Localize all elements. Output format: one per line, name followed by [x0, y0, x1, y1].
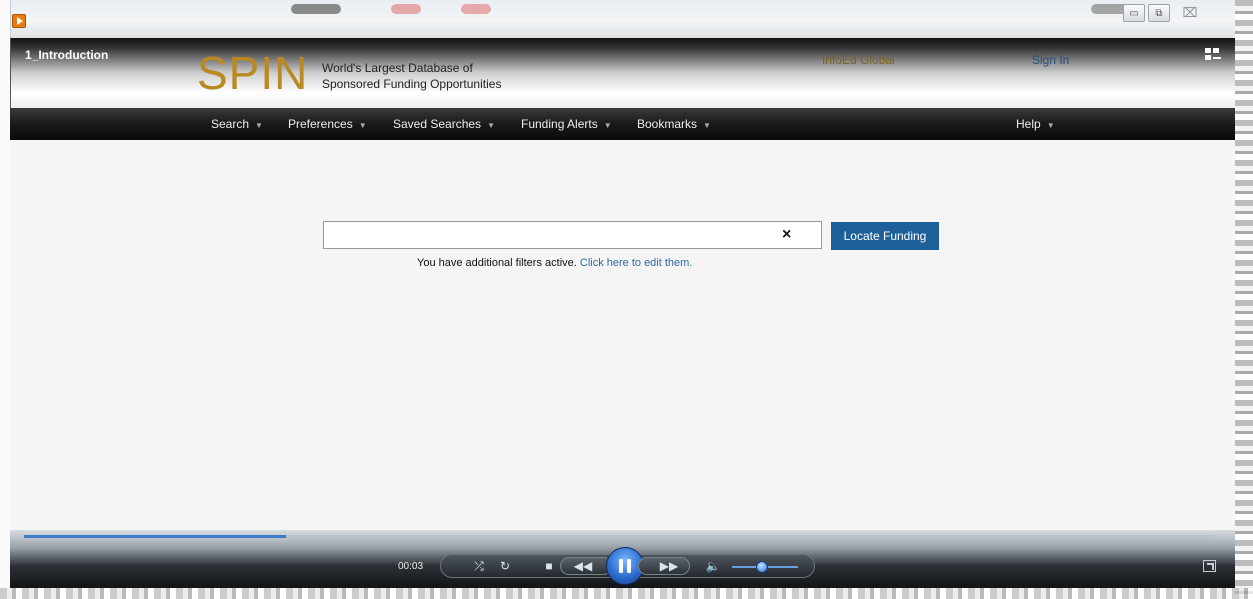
chevron-down-icon: ▼ — [487, 121, 495, 130]
sign-in-link[interactable]: Sign In — [1032, 53, 1069, 67]
fullscreen-toggle-icon[interactable] — [1205, 48, 1221, 62]
chevron-down-icon: ▼ — [603, 121, 612, 130]
nav-help-label: Help — [1016, 117, 1041, 131]
nav-funding-alerts-label: Funding Alerts — [521, 117, 598, 131]
restore-button[interactable]: ⧉ — [1148, 4, 1170, 22]
organization-name: InfoEd Global — [822, 53, 895, 67]
lesson-title: 1_Introduction — [25, 48, 109, 62]
filters-active-text: You have additional filters active. — [417, 257, 577, 269]
chevron-down-icon: ▼ — [358, 121, 367, 130]
nav-preferences[interactable]: Preferences ▼ — [288, 117, 367, 131]
tagline-line-2: Sponsored Funding Opportunities — [322, 77, 502, 91]
nav-help[interactable]: Help ▼ — [1016, 117, 1055, 131]
shuffle-icon[interactable]: ⤮ — [468, 557, 490, 575]
nav-saved-searches[interactable]: Saved Searches ▼ — [393, 117, 495, 131]
main-nav: Search ▼ Preferences ▼ Saved Searches ▼ Fun… — [10, 108, 1235, 140]
background-blur — [291, 4, 341, 14]
volume-slider-thumb[interactable] — [755, 561, 768, 573]
minimize-button[interactable]: ▭ — [1123, 4, 1145, 22]
close-button[interactable]: ⌧ — [1173, 4, 1207, 22]
app-window: ▭ ⧉ ⌧ 1_Introduction SPIN World's Larges… — [0, 0, 1253, 599]
repeat-icon[interactable]: ↻ — [494, 557, 516, 575]
nav-bookmarks[interactable]: Bookmarks ▼ — [637, 117, 711, 131]
nav-preferences-label: Preferences — [288, 117, 353, 131]
site-header: 1_Introduction SPIN World's Largest Data… — [10, 38, 1235, 108]
nav-bookmarks-label: Bookmarks — [637, 117, 698, 131]
fullscreen-icon[interactable] — [1203, 560, 1216, 572]
torn-edge-decoration — [1235, 0, 1253, 599]
pause-icon — [619, 559, 623, 573]
main-content: × Locate Funding You have additional fil… — [10, 140, 1235, 530]
seek-bar-progress — [24, 535, 286, 538]
chevron-down-icon: ▼ — [255, 121, 263, 130]
fast-forward-icon[interactable]: ▶▶ — [658, 557, 680, 575]
chevron-down-icon: ▼ — [703, 121, 711, 130]
elapsed-time: 00:03 — [398, 561, 424, 572]
filters-active-notice: You have additional filters active. Clic… — [417, 257, 692, 269]
background-blur — [391, 4, 421, 14]
seek-bar[interactable] — [24, 535, 1214, 538]
locate-funding-button[interactable]: Locate Funding — [831, 222, 939, 250]
nav-saved-searches-label: Saved Searches — [393, 117, 482, 131]
spin-logo[interactable]: SPIN — [197, 46, 308, 100]
nav-search[interactable]: Search ▼ — [211, 117, 263, 131]
torn-edge-decoration — [0, 588, 1253, 599]
rewind-icon[interactable]: ◀◀ — [572, 557, 594, 575]
stop-icon[interactable]: ■ — [538, 557, 560, 575]
nav-funding-alerts[interactable]: Funding Alerts ▼ — [521, 117, 612, 131]
background-blur — [461, 4, 491, 14]
media-player-controls: 00:03 ⤮ ↻ ■ ◀◀ ▶▶ 🔈 — [10, 530, 1235, 588]
nav-search-label: Search — [211, 117, 250, 131]
window-titlebar — [10, 0, 1235, 38]
chevron-down-icon: ▼ — [1046, 121, 1055, 130]
volume-icon[interactable]: 🔈 — [702, 557, 724, 575]
search-input[interactable] — [323, 221, 822, 249]
clear-search-icon[interactable]: × — [782, 226, 791, 244]
tagline: World's Largest Database of Sponsored Fu… — [322, 60, 532, 92]
edit-filters-link[interactable]: Click here to edit them. — [580, 257, 693, 269]
tagline-line-1: World's Largest Database of — [322, 61, 473, 75]
media-player-icon — [12, 14, 26, 28]
window-controls: ▭ ⧉ ⌧ — [1120, 4, 1207, 22]
